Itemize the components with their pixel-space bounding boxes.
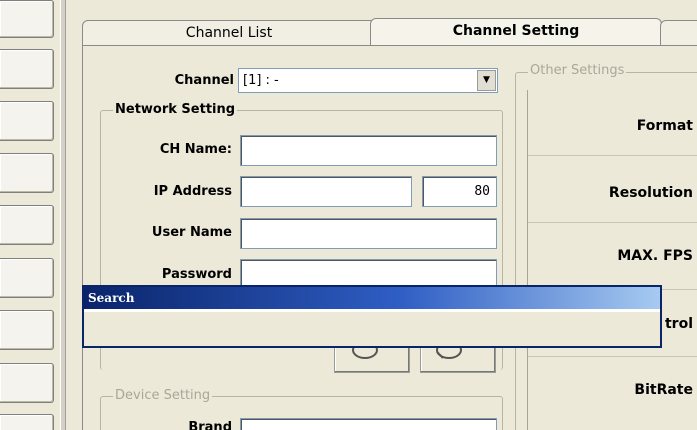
search-dialog-titlebar[interactable]: Search	[84, 287, 660, 309]
format-label: Format	[636, 118, 693, 134]
brand-input[interactable]	[240, 418, 497, 430]
channel-select[interactable]: [1] : - ▼	[238, 68, 498, 93]
ip-address-label: IP Address	[153, 184, 232, 199]
password-label: Password	[161, 267, 232, 282]
user-name-label: User Name	[151, 225, 232, 240]
port-input[interactable]: 80	[422, 176, 497, 207]
splitter[interactable]	[60, 0, 66, 430]
side-button-6[interactable]	[0, 258, 54, 298]
side-button-2[interactable]	[0, 49, 54, 89]
ch-name-input[interactable]	[240, 135, 497, 166]
tab-channel-list-label: Channel List	[185, 25, 273, 41]
bitrate-label: BitRate	[634, 382, 693, 398]
channel-select-value: [1] : -	[243, 73, 279, 88]
bitrate-item[interactable]: BitRate	[528, 358, 697, 424]
chevron-down-icon[interactable]: ▼	[477, 70, 496, 91]
control-label: trol	[664, 316, 693, 332]
side-button-3[interactable]	[0, 101, 54, 141]
max-fps-item[interactable]: MAX. FPS	[528, 224, 697, 290]
search-dialog-body	[84, 309, 660, 346]
side-button-4[interactable]	[0, 153, 54, 193]
max-fps-label: MAX. FPS	[617, 248, 693, 264]
tab-channel-setting-label: Channel Setting	[452, 23, 580, 39]
channel-label: Channel	[174, 73, 234, 88]
device-setting-title: Device Setting	[113, 388, 213, 403]
ip-address-input[interactable]	[240, 176, 412, 207]
tab-channel-list[interactable]: Channel List	[82, 20, 376, 46]
user-name-input[interactable]	[240, 218, 497, 249]
brand-label: Brand	[188, 420, 232, 430]
side-button-5[interactable]	[0, 205, 54, 245]
left-button-strip	[0, 0, 60, 430]
side-button-9[interactable]	[0, 414, 54, 430]
resolution-item[interactable]: Resolution	[528, 157, 697, 223]
ch-name-label: CH Name:	[159, 142, 232, 157]
search-dialog-title: Search	[88, 291, 135, 305]
network-setting-title: Network Setting	[113, 102, 238, 117]
resolution-label: Resolution	[608, 185, 693, 201]
other-settings-title: Other Settings	[528, 63, 627, 78]
side-button-7[interactable]	[0, 310, 54, 350]
tab-channel-setting[interactable]: Channel Setting	[370, 18, 662, 46]
tab-next[interactable]	[660, 20, 697, 46]
search-dialog[interactable]: Search	[82, 285, 662, 348]
side-button-1[interactable]	[0, 0, 54, 38]
side-button-8[interactable]	[0, 363, 54, 403]
format-item[interactable]: Format	[528, 90, 697, 156]
